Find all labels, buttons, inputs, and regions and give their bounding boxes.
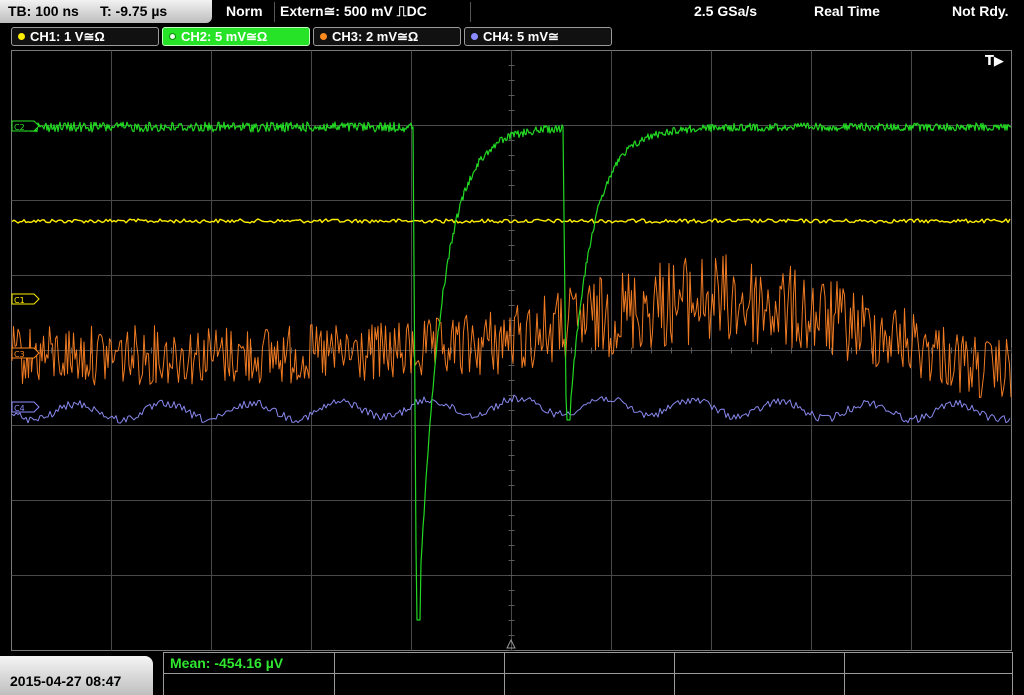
channel-2-label: CH2: 5 mV≅Ω — [181, 29, 268, 44]
separator — [274, 2, 275, 22]
channel-1-tab[interactable]: CH1: 1 V≅Ω — [11, 27, 159, 46]
sample-rate: 2.5 GSa/s — [694, 3, 758, 19]
measurement-cell-divider — [674, 653, 675, 695]
channel-1-dot-icon — [18, 33, 25, 40]
datetime-box: 2015-04-27 08:47 — [0, 656, 153, 695]
waveform-display[interactable]: T▶ C1 C2 C3 C4 — [11, 50, 1013, 652]
measurement-table[interactable]: Mean: -454.16 µV — [163, 652, 1013, 695]
channel-3-label: CH3: 2 mV≅Ω — [332, 29, 419, 44]
channel-4-tab[interactable]: CH4: 5 mV≅ — [464, 27, 612, 46]
acquisition-type: Real Time — [814, 3, 880, 19]
channel-2-ground-marker[interactable]: C2 — [11, 120, 40, 132]
measurement-cell-divider — [844, 653, 845, 695]
channel-4-label: CH4: 5 mV≅ — [483, 29, 559, 44]
trigger-time-value: T: -9.75 µs — [100, 3, 168, 19]
channel-1-ground-marker[interactable]: C1 — [11, 293, 40, 305]
measurement-cell-divider — [334, 653, 335, 695]
channel-4-marker-label: C4 — [14, 404, 25, 413]
channel-2-marker-label: C2 — [14, 123, 25, 132]
timebase-box[interactable]: TB: 100 ns T: -9.75 µs — [0, 0, 212, 23]
channel-3-ground-marker[interactable]: C3 — [11, 347, 40, 359]
trigger-position-marker[interactable]: T▶ — [985, 54, 1004, 69]
channel-2-dot-icon — [169, 33, 176, 40]
channel-3-marker-label: C3 — [14, 350, 25, 359]
separator — [470, 2, 471, 22]
trigger-state: Not Rdy. — [952, 3, 1009, 19]
status-bar: TB: 100 ns T: -9.75 µs Norm Extern≅: 500… — [0, 0, 1024, 24]
channel-4-dot-icon — [471, 33, 478, 40]
channel-3-dot-icon — [320, 33, 327, 40]
channel-3-tab[interactable]: CH3: 2 mV≅Ω — [313, 27, 461, 46]
channel-2-tab[interactable]: CH2: 5 mV≅Ω — [162, 27, 310, 46]
acquisition-mode[interactable]: Norm — [226, 3, 263, 19]
channel-bar: CH1: 1 V≅Ω CH2: 5 mV≅Ω CH3: 2 mV≅Ω CH4: … — [0, 25, 1024, 49]
channel-1-marker-label: C1 — [14, 296, 25, 305]
measurement-divider — [164, 673, 1012, 674]
timebase-value: TB: 100 ns — [8, 3, 79, 19]
channel-1-label: CH1: 1 V≅Ω — [30, 29, 105, 44]
measurement-mean: Mean: -454.16 µV — [170, 655, 284, 671]
measurement-cell-divider — [504, 653, 505, 695]
channel-4-ground-marker[interactable]: C4 — [11, 401, 40, 413]
trigger-setting[interactable]: Extern≅: 500 mV ⎍DC — [280, 3, 427, 20]
datetime-text: 2015-04-27 08:47 — [10, 673, 122, 689]
